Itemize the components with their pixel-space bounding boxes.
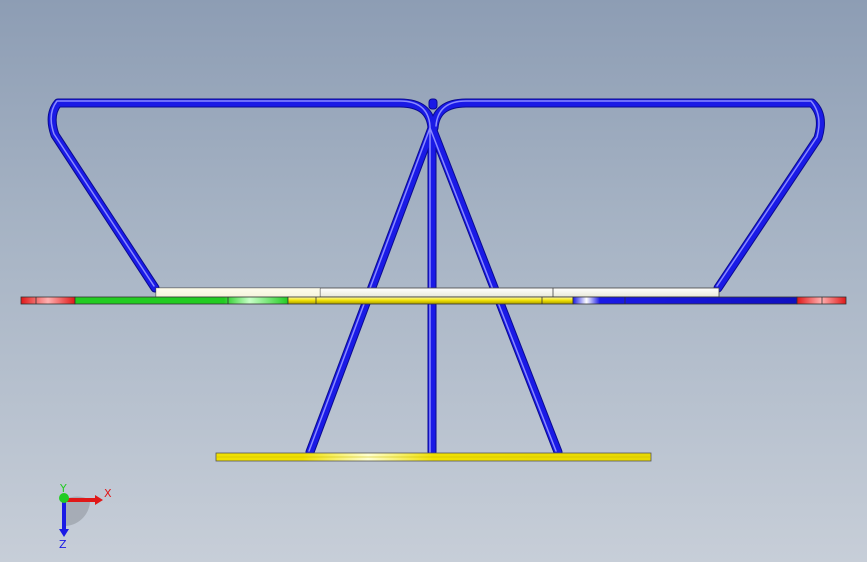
z-axis-label: Z	[59, 538, 67, 548]
y-axis-label: Y	[59, 482, 67, 495]
swing-frame-model[interactable]	[0, 0, 867, 562]
base-plate[interactable]	[215, 452, 652, 462]
x-arrow-head	[95, 495, 103, 505]
cad-3d-viewport[interactable]: X Y Z	[0, 0, 867, 562]
cross-beam[interactable]	[20, 296, 847, 305]
orientation-triad: X Y Z	[59, 482, 112, 548]
x-axis-label: X	[104, 487, 112, 500]
tube-frame[interactable]	[47, 98, 825, 457]
z-arrow-head	[59, 529, 69, 537]
seat-board[interactable]	[155, 287, 720, 298]
